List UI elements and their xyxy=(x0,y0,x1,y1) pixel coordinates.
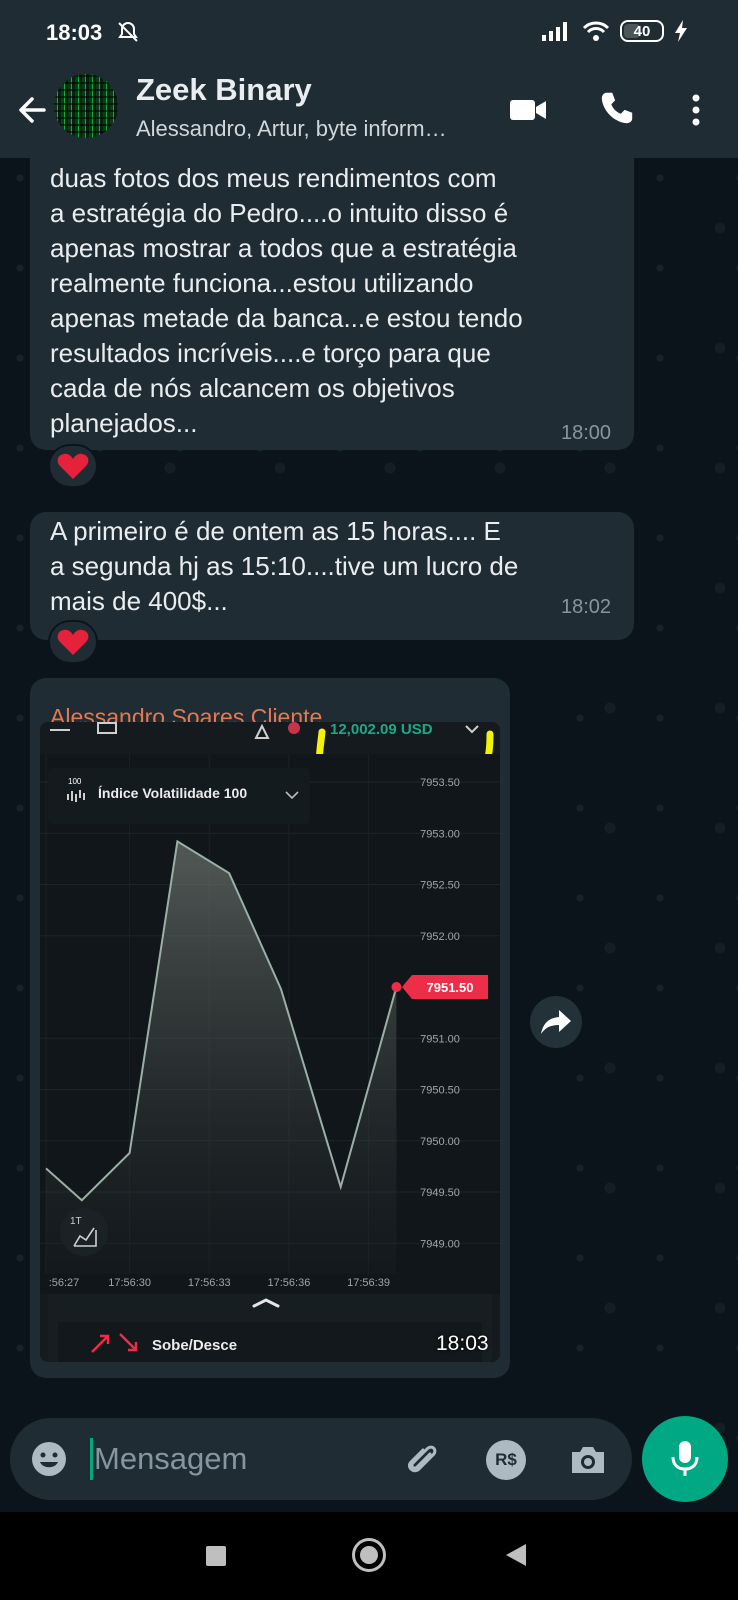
x-tick-label: 17:56:33 xyxy=(188,1277,231,1289)
current-price-tag: 7951.50 xyxy=(402,975,488,999)
forward-button[interactable] xyxy=(530,996,582,1048)
microphone-icon xyxy=(671,1441,699,1476)
y-tick-label: 7951.00 xyxy=(420,1033,460,1045)
emoji-icon[interactable] xyxy=(30,1440,68,1478)
voice-record-button[interactable] xyxy=(642,1416,728,1502)
more-options-icon[interactable] xyxy=(684,90,708,130)
reaction-badge[interactable] xyxy=(48,444,98,488)
current-price-marker xyxy=(391,982,402,992)
camera-icon[interactable] xyxy=(568,1440,608,1480)
asset-badge: 100 xyxy=(68,777,82,786)
chat-title[interactable]: Zeek Binary xyxy=(136,72,312,108)
y-tick-label: 7950.50 xyxy=(420,1085,460,1097)
x-tick-label: 17:56:30 xyxy=(108,1277,151,1289)
message-timestamp: 18:03 xyxy=(436,1332,489,1355)
video-call-icon[interactable] xyxy=(508,92,548,128)
timeframe-label: 1T xyxy=(70,1216,82,1227)
timeframe-button: 1T xyxy=(60,1208,108,1256)
y-tick-label: 7952.00 xyxy=(420,931,460,943)
forward-icon xyxy=(541,1010,571,1034)
notifications-muted-icon xyxy=(118,21,138,42)
message-text: A primeiro é de ontem as 15 horas.... E … xyxy=(50,516,519,616)
trading-chart: 12,002.09 USD 7953.50 7953.00 7952.50 7952.… xyxy=(40,722,500,1362)
trade-type-label: Sobe/Desce xyxy=(152,1337,237,1354)
x-tick-label: 17:56:39 xyxy=(347,1277,390,1289)
asset-name: Índice Volatilidade 100 xyxy=(98,785,247,801)
wifi-icon xyxy=(582,21,610,41)
reaction-badge[interactable] xyxy=(48,620,98,664)
battery-indicator: 40 xyxy=(620,20,664,42)
x-tick-label: 17:56:36 xyxy=(268,1277,311,1289)
chat-header: Zeek Binary Alessandro, Artur, byte info… xyxy=(0,66,738,158)
back-arrow-icon[interactable] xyxy=(14,92,50,128)
voice-call-icon[interactable] xyxy=(598,88,636,128)
status-time: 18:03 xyxy=(46,20,103,45)
home-button[interactable] xyxy=(352,1538,386,1572)
message-text: duas fotos dos meus rendimentos com a es… xyxy=(50,163,523,438)
message-composer: R$ xyxy=(10,1418,632,1500)
chat-area[interactable]: duas fotos dos meus rendimentos com a es… xyxy=(0,158,738,1512)
y-tick-label: 7950.00 xyxy=(420,1136,460,1148)
x-tick-label: :56:27 xyxy=(49,1277,80,1289)
flag-icon xyxy=(288,722,300,734)
heart-icon xyxy=(57,629,89,655)
text-cursor xyxy=(90,1438,93,1480)
y-tick-label: 7953.50 xyxy=(420,777,460,789)
attach-icon[interactable] xyxy=(402,1440,442,1480)
system-back-button[interactable] xyxy=(506,1544,526,1566)
asset-selector: 100 Índice Volatilidade 100 xyxy=(48,768,310,824)
signal-icon xyxy=(542,22,567,41)
recent-apps-button[interactable] xyxy=(206,1546,226,1566)
status-indicators: 40 xyxy=(542,20,688,42)
message-timestamp: 18:02 xyxy=(561,596,612,618)
message-timestamp: 18:00 xyxy=(561,422,612,444)
y-tick-label: 7949.00 xyxy=(420,1238,460,1250)
y-tick-label: 7952.50 xyxy=(420,880,460,892)
charging-icon xyxy=(675,20,687,42)
chat-participants[interactable]: Alessandro, Artur, byte inform… xyxy=(136,116,447,142)
account-balance: 12,002.09 USD xyxy=(330,722,433,738)
current-price-label: 7951.50 xyxy=(427,980,474,995)
group-avatar[interactable] xyxy=(54,74,118,138)
y-tick-label: 7949.50 xyxy=(420,1187,460,1199)
payment-icon[interactable]: R$ xyxy=(486,1440,526,1480)
heart-icon xyxy=(57,453,89,479)
message-input[interactable] xyxy=(94,1438,374,1480)
system-navigation-bar xyxy=(0,1512,738,1600)
trading-screenshot-image[interactable]: 12,002.09 USD 7953.50 7953.00 7952.50 7952.… xyxy=(40,722,500,1362)
status-bar: 18:03 40 xyxy=(0,0,738,66)
y-tick-label: 7953.00 xyxy=(420,828,460,840)
